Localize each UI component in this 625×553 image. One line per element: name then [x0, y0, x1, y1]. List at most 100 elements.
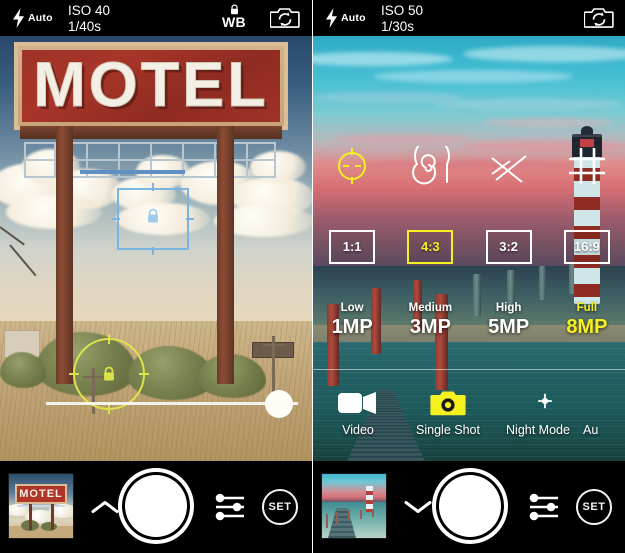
aspect-ratio-16-9-button[interactable]: 16:9 [564, 230, 610, 264]
expand-panel-button[interactable] [88, 495, 122, 519]
resolution-name: High [470, 301, 548, 316]
video-camera-icon-wrap [313, 384, 403, 422]
resolution-high-button[interactable]: High 5MP [470, 301, 548, 339]
billboard-face: MOTEL [22, 50, 280, 122]
mode-night-button[interactable]: Night Mode [493, 384, 583, 438]
settings-button-label: SET [269, 501, 292, 513]
support-leg [217, 126, 234, 384]
resolution-value: 3MP [391, 316, 469, 339]
iso-value: ISO 40 [68, 3, 110, 19]
mode-next-button[interactable]: Au [583, 384, 611, 438]
resolution-value: 8MP [548, 316, 625, 339]
aspect-ratio-cell: 16:9 [548, 230, 625, 264]
resolution-full-button[interactable]: Full 8MP [548, 301, 625, 339]
status-bar-left: Auto ISO 40 1/40s WB [0, 0, 312, 36]
shutter-button[interactable] [439, 475, 501, 537]
zoom-slider[interactable] [46, 390, 298, 418]
mode-label: Single Shot [403, 422, 493, 438]
mode-label: Video [313, 422, 403, 438]
aspect-ratio-1-1-button[interactable]: 1:1 [329, 230, 375, 264]
shutter-speed-value: 1/40s [68, 19, 110, 35]
billboard-text: MOTEL [33, 54, 268, 117]
white-balance-lock-button[interactable]: WB [219, 4, 249, 30]
chevron-down-icon [403, 499, 433, 515]
resolution-row: Low 1MP Medium 3MP High 5MP Full 8MP [313, 301, 625, 353]
flash-bolt-icon [325, 8, 338, 28]
aspect-ratio-row: 1:1 4:3 3:2 16:9 [313, 222, 625, 272]
blue-railing [80, 170, 185, 174]
shutter-button[interactable] [125, 475, 187, 537]
camera-controls-left: MOTEL [0, 461, 312, 553]
flash-mode-button[interactable]: Auto [12, 8, 53, 28]
camera-icon-wrap [403, 384, 493, 422]
support-leg [56, 126, 73, 384]
collapse-panel-button[interactable] [401, 495, 435, 519]
diagonal-guide-button[interactable] [470, 140, 548, 192]
gallery-thumbnail-button[interactable]: MOTEL [8, 473, 74, 539]
flash-mode-label: Auto [341, 12, 366, 24]
moon-star-icon-wrap [493, 384, 583, 422]
sliders-icon [526, 493, 562, 521]
aspect-ratio-3-2-button[interactable]: 3:2 [486, 230, 532, 264]
composition-guide-row [313, 140, 625, 192]
crosshair-guide-icon [332, 146, 372, 186]
video-camera-icon [336, 389, 380, 417]
flash-mode-label: Auto [28, 12, 53, 24]
iso-value: ISO 50 [381, 3, 423, 19]
adjust-settings-button[interactable] [212, 493, 248, 521]
lock-icon [102, 366, 117, 382]
zoom-slider-handle[interactable] [265, 390, 293, 418]
crosshair-guide-button[interactable] [313, 140, 391, 192]
white-balance-label: WB [219, 15, 249, 30]
resolution-medium-button[interactable]: Medium 3MP [391, 301, 469, 339]
camera-screen-right: Auto ISO 50 1/30s [313, 0, 625, 553]
golden-spiral-guide-button[interactable] [391, 140, 469, 192]
grid-guide-icon [567, 146, 607, 186]
gallery-thumbnail-button[interactable] [321, 473, 387, 539]
screenshot-pair: Auto ISO 40 1/40s WB [0, 0, 625, 553]
settings-button-label: SET [583, 501, 606, 513]
golden-spiral-guide-icon [409, 146, 451, 186]
flip-camera-button[interactable] [584, 7, 614, 34]
status-bar-right: Auto ISO 50 1/30s [313, 0, 625, 36]
camera-icon [430, 388, 466, 418]
diagonal-guide-icon [488, 146, 530, 186]
viewfinder-left[interactable]: MOTEL [0, 36, 312, 461]
camera-screen-left: Auto ISO 40 1/40s WB [0, 0, 312, 553]
zoom-slider-track[interactable] [46, 402, 298, 405]
resolution-name: Medium [391, 301, 469, 316]
billboard-sign: MOTEL [14, 42, 288, 130]
resolution-value: 5MP [470, 316, 548, 339]
aspect-ratio-cell: 1:1 [313, 230, 391, 264]
sliders-icon [212, 493, 248, 521]
mode-label: Au [583, 422, 611, 438]
moon-star-icon [521, 388, 555, 418]
exposure-lock-box[interactable] [117, 188, 189, 250]
viewfinder-right[interactable]: 1:1 4:3 3:2 16:9 Low 1MP [313, 36, 625, 461]
lock-icon [146, 208, 161, 224]
flip-camera-icon [270, 7, 300, 29]
capture-mode-row: Video Single Shot [313, 384, 625, 456]
camera-controls-right: SET [313, 461, 625, 553]
exposure-readout: ISO 50 1/30s [381, 3, 423, 35]
aspect-ratio-cell: 4:3 [391, 230, 469, 264]
mode-single-shot-button[interactable]: Single Shot [403, 384, 493, 438]
exposure-readout: ISO 40 1/40s [68, 3, 110, 35]
flip-camera-button[interactable] [270, 7, 300, 34]
aspect-ratio-cell: 3:2 [470, 230, 548, 264]
motel-photo: MOTEL [0, 36, 312, 461]
thumbnail-image: MOTEL [9, 474, 73, 538]
aspect-ratio-4-3-button[interactable]: 4:3 [407, 230, 453, 264]
flash-bolt-icon [12, 8, 25, 28]
settings-button[interactable]: SET [262, 489, 298, 525]
resolution-name: Full [548, 301, 625, 316]
flip-camera-icon [584, 7, 614, 29]
mode-video-button[interactable]: Video [313, 384, 403, 438]
flash-mode-button[interactable]: Auto [325, 8, 366, 28]
settings-button[interactable]: SET [576, 489, 612, 525]
resolution-low-button[interactable]: Low 1MP [313, 301, 391, 339]
shutter-speed-value: 1/30s [381, 19, 423, 35]
resolution-name: Low [313, 301, 391, 316]
grid-guide-button[interactable] [548, 140, 625, 192]
adjust-settings-button[interactable] [526, 493, 562, 521]
